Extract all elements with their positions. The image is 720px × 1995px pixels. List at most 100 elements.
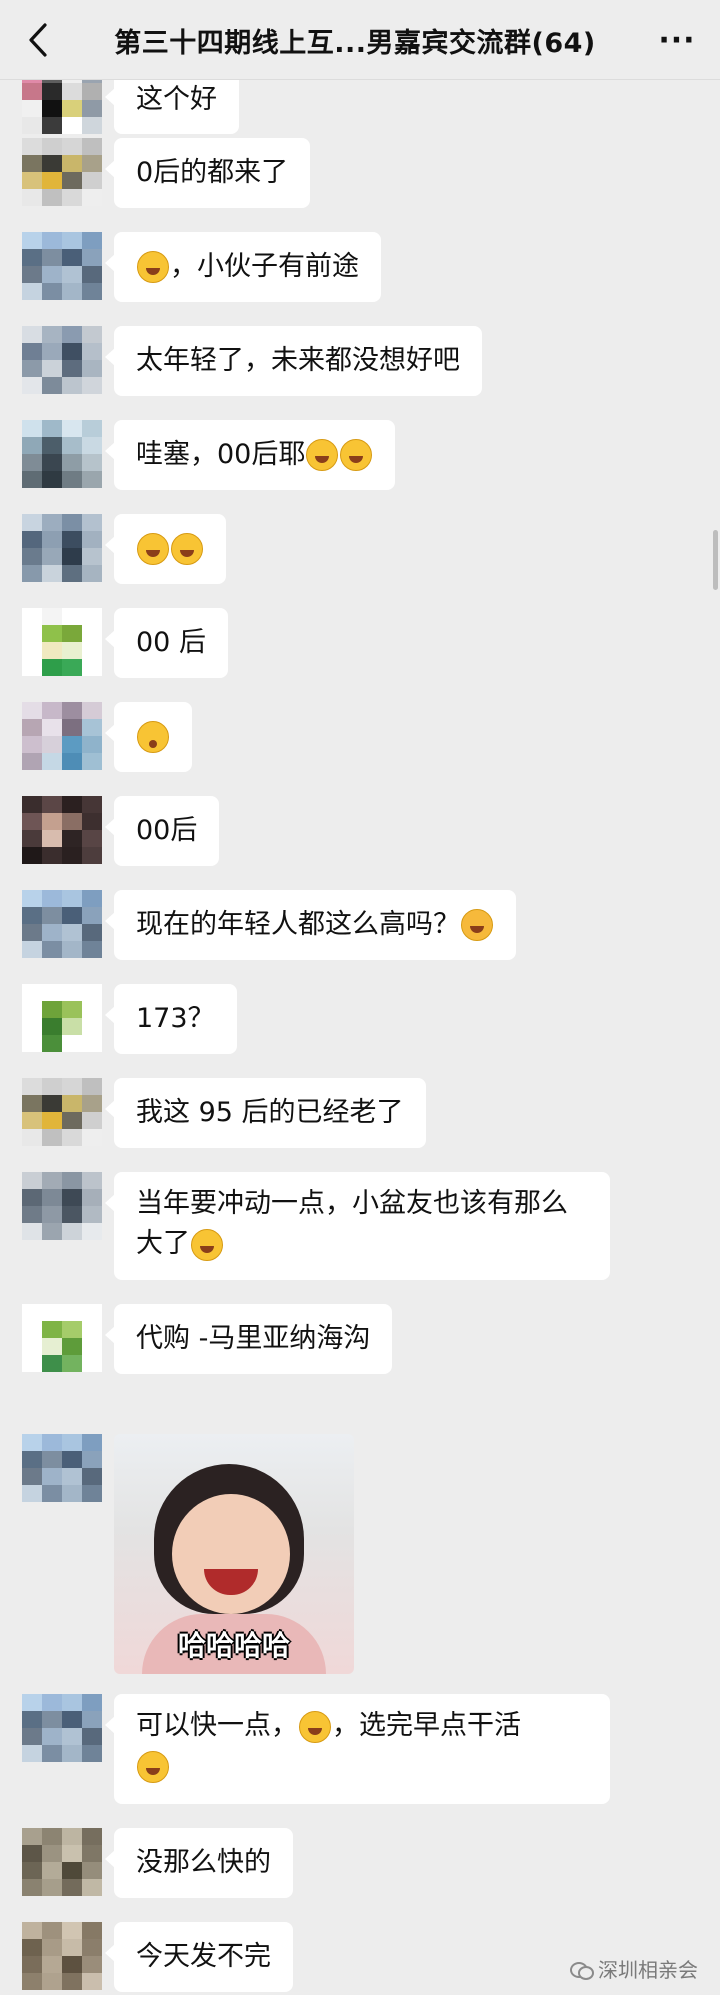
avatar-pixel — [22, 1223, 42, 1240]
avatar-pixel — [22, 702, 42, 719]
avatar-pixel — [22, 1922, 42, 1939]
avatar-pixel — [62, 266, 82, 283]
message-bubble[interactable] — [105, 702, 192, 772]
avatar[interactable] — [22, 702, 102, 770]
avatar-pixel — [82, 437, 102, 454]
message-bubble[interactable]: 太年轻了，未来都没想好吧 — [105, 326, 482, 396]
avatar-pixel — [42, 565, 62, 582]
avatar-pixel — [62, 753, 82, 770]
avatar-pixel — [42, 1112, 62, 1129]
avatar-pixel — [62, 1078, 82, 1095]
watermark-text: 深圳相亲会 — [598, 1958, 698, 1982]
back-button[interactable] — [18, 20, 58, 60]
avatar-pixel — [82, 343, 102, 360]
scrollbar[interactable] — [713, 530, 718, 590]
avatar-pixel — [62, 1468, 82, 1485]
avatar-pixel — [22, 830, 42, 847]
avatar-pixel — [22, 890, 42, 907]
message-bubble[interactable]: 今天发不完 — [105, 1922, 293, 1992]
chat-messages[interactable]: 这个好 0后的都来了 ，小伙子有前途 太年轻了，未来都没想好吧 哇塞，00后耶 — [0, 66, 720, 1995]
avatar-pixel — [62, 1711, 82, 1728]
message-bubble[interactable]: 00后 — [104, 796, 220, 866]
avatar[interactable] — [22, 1434, 102, 1502]
avatar-pixel — [62, 100, 82, 117]
avatar-pixel — [42, 1728, 62, 1745]
avatar[interactable] — [22, 1304, 102, 1372]
avatar-pixel — [22, 1728, 42, 1745]
avatar-pixel — [22, 343, 42, 360]
avatar-pixel — [62, 249, 82, 266]
avatar-pixel — [62, 1434, 82, 1451]
avatar-pixel — [82, 847, 102, 864]
avatar-pixel — [42, 642, 62, 659]
more-options-button[interactable]: ··· — [652, 20, 702, 60]
avatar[interactable] — [22, 1078, 102, 1146]
message-bubble[interactable]: 没那么快的 — [105, 1828, 293, 1898]
message-bubble[interactable]: 0后的都来了 — [104, 138, 311, 208]
watermark: 深圳相亲会 — [570, 1954, 698, 1983]
avatar[interactable] — [22, 232, 102, 300]
avatar[interactable] — [22, 1922, 102, 1990]
message-bubble[interactable]: 可以快一点， ，选完早点干活 — [105, 1694, 610, 1804]
avatar[interactable] — [22, 890, 102, 958]
avatar[interactable] — [22, 326, 102, 394]
avatar[interactable] — [22, 1172, 102, 1240]
avatar-pixel — [22, 283, 42, 300]
avatar[interactable] — [22, 1694, 102, 1762]
avatar-pixel — [42, 172, 62, 189]
avatar[interactable] — [22, 138, 102, 206]
avatar-pixel — [42, 1206, 62, 1223]
message-bubble[interactable]: 哇塞，00后耶 — [104, 420, 396, 490]
avatar-pixel — [82, 1862, 102, 1879]
avatar-pixel — [82, 1304, 102, 1321]
crying-laughing-emoji-icon — [306, 439, 339, 471]
avatar-pixel — [82, 83, 102, 100]
avatar-pixel — [62, 1828, 82, 1845]
avatar-pixel — [42, 1223, 62, 1240]
avatar-pixel — [22, 1973, 42, 1990]
avatar-pixel — [62, 1485, 82, 1502]
avatar-pixel — [82, 1939, 102, 1956]
message-bubble[interactable]: 现在的年轻人都这么高吗？ — [105, 890, 516, 960]
avatar-pixel — [42, 514, 62, 531]
message-text: 00 后 — [136, 627, 206, 658]
message-bubble[interactable]: 173？ — [105, 984, 237, 1054]
avatar[interactable] — [22, 514, 102, 582]
message-bubble[interactable]: 00 后 — [105, 608, 228, 678]
avatar-pixel — [22, 83, 42, 100]
avatar-pixel — [42, 266, 62, 283]
avatar-pixel — [82, 1355, 102, 1372]
avatar-pixel — [22, 1434, 42, 1451]
avatar-pixel — [42, 1321, 62, 1338]
avatar-pixel — [62, 1355, 82, 1372]
avatar-pixel — [22, 249, 42, 266]
avatar-pixel — [22, 659, 42, 676]
avatar-pixel — [42, 1939, 62, 1956]
avatar-pixel — [62, 172, 82, 189]
avatar-pixel — [62, 531, 82, 548]
avatar-pixel — [82, 155, 102, 172]
message-bubble[interactable]: 我这 95 后的已经老了 — [105, 1078, 426, 1148]
avatar-pixel — [82, 753, 102, 770]
crying-laughing-emoji-icon — [137, 251, 169, 283]
avatar-pixel — [82, 283, 102, 300]
avatar-pixel — [42, 1078, 62, 1095]
avatar[interactable] — [22, 796, 102, 864]
avatar-pixel — [82, 1728, 102, 1745]
avatar-pixel — [82, 1338, 102, 1355]
message-bubble[interactable]: ，小伙子有前途 — [105, 232, 381, 302]
avatar[interactable] — [22, 420, 102, 488]
message-bubble[interactable]: 代购 -马里亚纳海沟 — [104, 1304, 393, 1374]
message-bubble[interactable]: 当年要冲动一点，小盆友也该有那么大了 — [105, 1172, 610, 1280]
avatar-pixel — [82, 471, 102, 488]
avatar-pixel — [82, 1112, 102, 1129]
avatar[interactable] — [22, 984, 102, 1052]
avatar[interactable] — [22, 608, 102, 676]
message-bubble[interactable] — [105, 514, 226, 584]
avatar-pixel — [62, 1956, 82, 1973]
avatar[interactable] — [22, 1828, 102, 1896]
sticker-image[interactable]: 哈哈哈哈 — [114, 1434, 354, 1674]
avatar-pixel — [22, 155, 42, 172]
flushed-emoji-icon — [137, 721, 169, 753]
message-text: 哇塞，00后耶 — [136, 439, 306, 470]
